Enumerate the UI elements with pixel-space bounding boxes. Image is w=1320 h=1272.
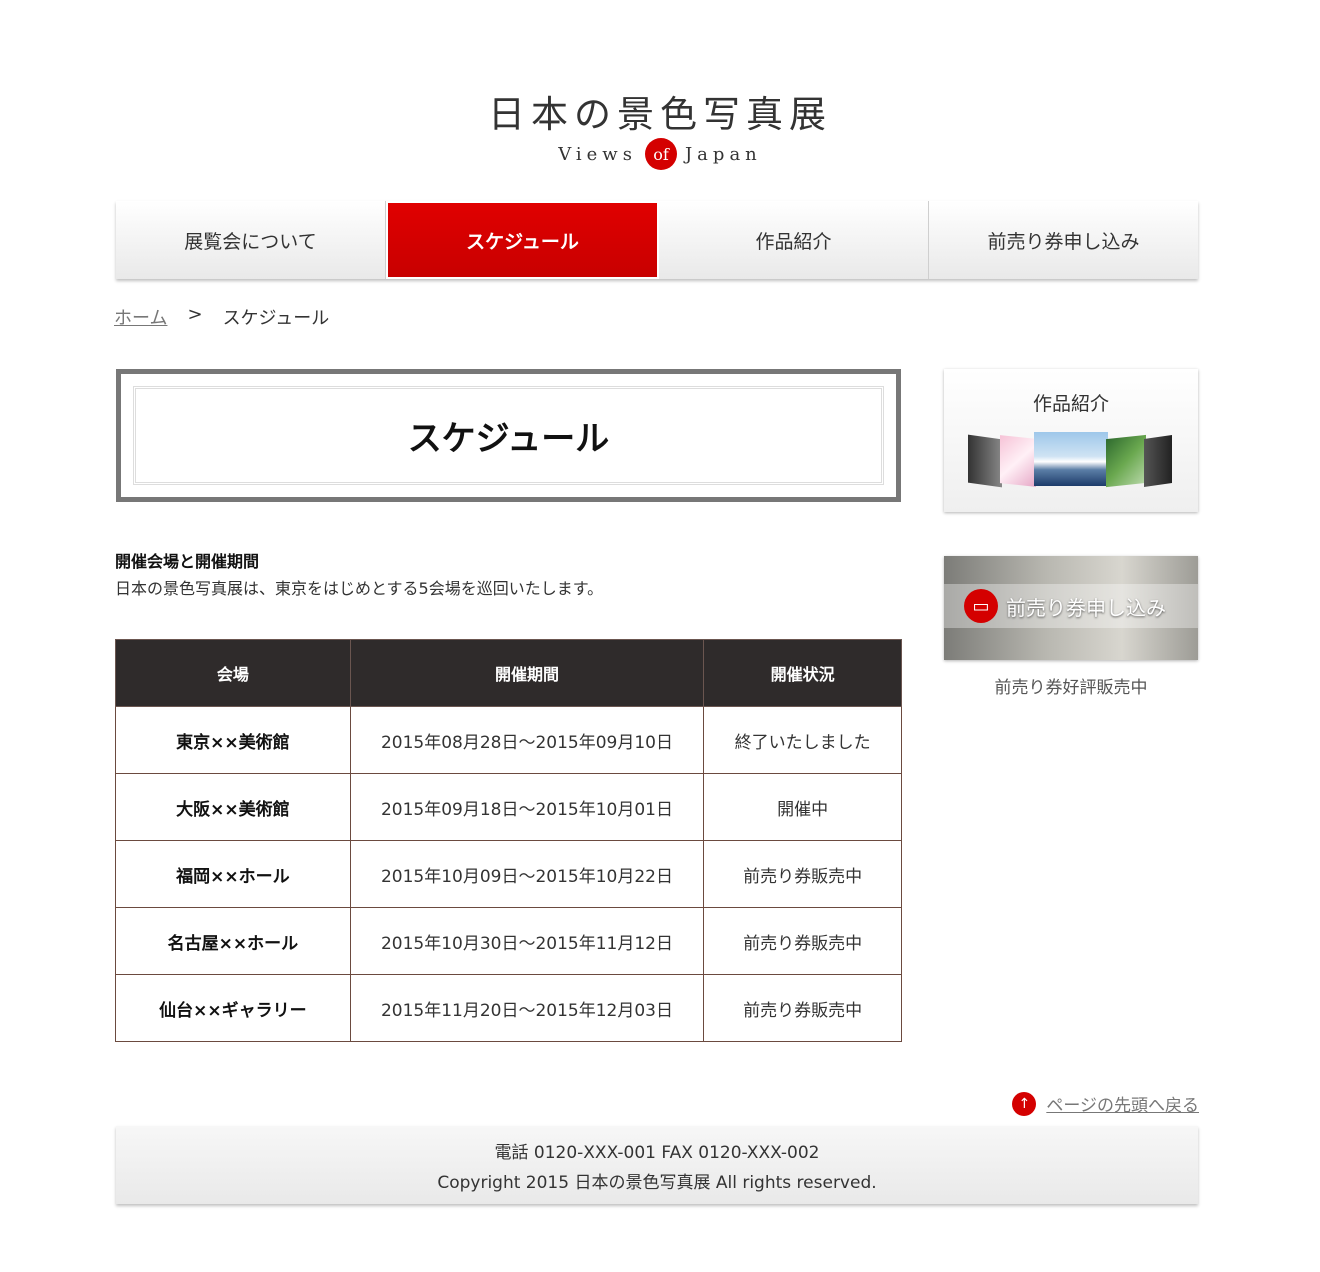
cell-period: 2015年10月09日～2015年10月22日 [349,840,705,908]
sidebar-works-banner[interactable]: 作品紹介 [944,369,1198,512]
cell-period: 2015年09月18日～2015年10月01日 [349,773,705,841]
header-venue: 会場 [115,639,351,707]
header-status: 開催状況 [703,639,902,707]
subtitle-japan: Japan [684,143,762,165]
ticket-bar: ▭ 前売り券申し込み [944,584,1198,628]
cell-venue: 名古屋××ホール [115,907,351,975]
breadcrumb-current: スケジュール [222,308,330,329]
header-period: 開催期間 [349,639,705,707]
nav-about[interactable]: 展覧会について [116,201,386,279]
subtitle-of-badge: of [644,138,677,170]
section-title: 開催会場と開催期間 [115,552,260,571]
footer-contact: 電話 0120-XXX-001 FAX 0120-XXX-002 [494,1142,820,1163]
cell-period: 2015年08月28日～2015年09月10日 [349,706,705,774]
table-row: 仙台××ギャラリー 2015年11月20日～2015年12月03日 前売り券販売… [115,974,902,1042]
cell-status: 前売り券販売中 [703,907,902,975]
cell-period: 2015年10月30日～2015年11月12日 [349,907,705,975]
back-to-top-link[interactable]: ページの先頭へ戻る [1046,1091,1199,1116]
section-description: 日本の景色写真展は、東京をはじめとする5会場を巡回いたします。 [115,579,604,598]
cell-period: 2015年11月20日～2015年12月03日 [349,974,705,1042]
thumbnail-image [1144,435,1172,487]
arrow-up-icon[interactable]: ↑ [1012,1091,1037,1116]
cell-status: 開催中 [703,773,902,841]
table-row: 名古屋××ホール 2015年10月30日～2015年11月12日 前売り券販売中 [115,907,902,975]
footer: 電話 0120-XXX-001 FAX 0120-XXX-002 Copyrig… [116,1126,1198,1204]
nav-works[interactable]: 作品紹介 [659,201,929,279]
schedule-table: 会場 開催期間 開催状況 東京××美術館 2015年08月28日～2015年09… [115,639,902,1042]
ticket-icon: ▭ [964,589,998,623]
breadcrumb-separator: > [187,304,203,325]
cell-status: 前売り券販売中 [703,974,902,1042]
table-row: 福岡××ホール 2015年10月09日～2015年10月22日 前売り券販売中 [115,840,902,908]
breadcrumb: ホーム > スケジュール [114,304,329,330]
thumbnail-image [1000,435,1036,487]
sidebar-ticket-banner[interactable]: ▭ 前売り券申し込み [944,556,1198,660]
site-subtitle: Views of Japan [0,138,1320,170]
cell-venue: 東京××美術館 [115,706,351,774]
subtitle-views: Views [558,143,637,165]
thumbnail-image [1106,434,1146,488]
ticket-note: 前売り券好評販売中 [994,678,1148,698]
nav-tickets[interactable]: 前売り券申し込み [929,201,1198,279]
cell-venue: 大阪××美術館 [115,773,351,841]
back-to-top: ↑ ページの先頭へ戻る [1012,1091,1199,1116]
table-header-row: 会場 開催期間 開催状況 [115,639,902,707]
main-nav: 展覧会について スケジュール 作品紹介 前売り券申し込み [116,201,1198,279]
thumbnail-image [968,434,1002,488]
page-title: スケジュール [133,386,884,485]
site-title[interactable]: 日本の景色写真展 [0,84,1320,138]
table-row: 大阪××美術館 2015年09月18日～2015年10月01日 開催中 [115,773,902,841]
cell-venue: 福岡××ホール [115,840,351,908]
page-heading-frame: スケジュール [116,369,901,502]
ticket-label: 前売り券申し込み [1006,595,1166,620]
cell-status: 終了いたしました [703,706,902,774]
table-row: 東京××美術館 2015年08月28日～2015年09月10日 終了いたしました [115,706,902,774]
thumbnail-image-mount-fuji [1034,432,1108,486]
cell-venue: 仙台××ギャラリー [115,974,351,1042]
breadcrumb-home-link[interactable]: ホーム [114,304,167,330]
sidebar-works-title: 作品紹介 [1032,393,1109,415]
footer-copyright: Copyright 2015 日本の景色写真展 All rights reser… [437,1172,877,1193]
cell-status: 前売り券販売中 [703,840,902,908]
nav-schedule[interactable]: スケジュール [386,201,659,279]
works-thumbnails [966,429,1176,499]
